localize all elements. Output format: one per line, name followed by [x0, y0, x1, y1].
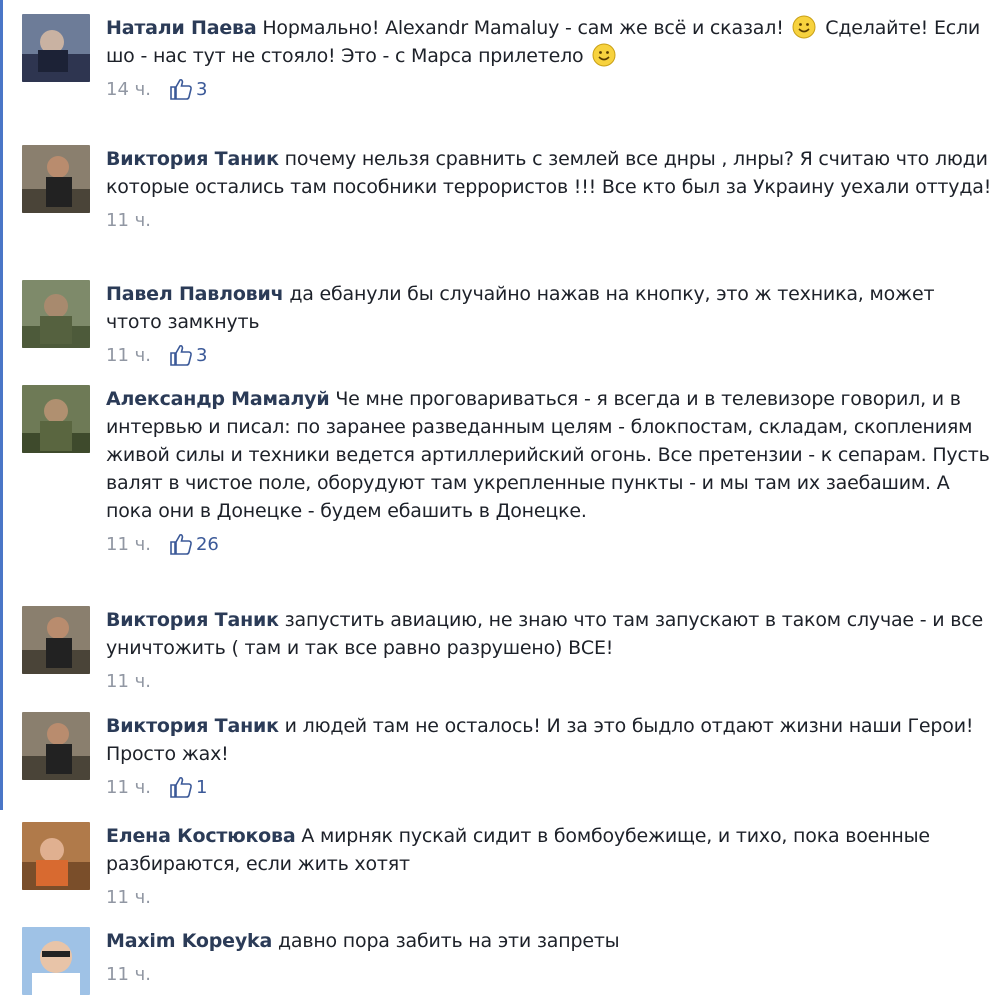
thumbs-up-icon — [170, 78, 192, 100]
avatar-image — [22, 14, 90, 82]
thumbs-up-icon — [170, 776, 192, 798]
comment-author[interactable]: Maxim Kopeyka — [106, 930, 272, 952]
avatar[interactable] — [22, 145, 90, 213]
like-count[interactable]: 26 — [169, 533, 219, 555]
comment-time[interactable]: 11 ч. — [106, 964, 151, 985]
left-border — [0, 0, 3, 810]
comment-text: Виктория Таник почему нельзя сравнить с … — [106, 145, 992, 201]
avatar-image — [22, 606, 90, 674]
avatar[interactable] — [22, 606, 90, 674]
avatar-image — [22, 280, 90, 348]
comment-text: Maxim Kopeyka давно пора забить на эти з… — [106, 927, 992, 955]
comment-text: Елена Костюкова А мирняк пускай сидит в … — [106, 822, 992, 878]
thumbs-up-icon — [170, 533, 192, 555]
comment-author[interactable]: Виктория Таник — [106, 609, 279, 631]
avatar[interactable] — [22, 385, 90, 453]
avatar-image — [22, 385, 90, 453]
avatar[interactable] — [22, 822, 90, 890]
comment-meta: 11 ч. 3 — [106, 342, 992, 368]
comment-meta: 11 ч. — [106, 668, 992, 694]
comment-author[interactable]: Елена Костюкова — [106, 825, 296, 847]
comment-time[interactable]: 11 ч. — [106, 345, 151, 366]
avatar-image — [22, 712, 90, 780]
comment-author[interactable]: Виктория Таник — [106, 715, 279, 737]
like-number: 1 — [195, 776, 208, 798]
comment-meta: 11 ч. 26 — [106, 531, 992, 557]
comment-time[interactable]: 11 ч. — [106, 777, 151, 798]
like-count[interactable]: 3 — [169, 344, 207, 366]
comment-time[interactable]: 11 ч. — [106, 534, 151, 555]
like-number: 3 — [195, 78, 208, 100]
comment-meta: 14 ч. 3 — [106, 76, 992, 102]
avatar-image — [22, 145, 90, 213]
like-count[interactable]: 1 — [169, 776, 207, 798]
avatar-image — [22, 822, 90, 890]
comment-message: давно пора забить на эти запреты — [277, 930, 620, 952]
comment-text: Александр Мамалуй Че мне проговариваться… — [106, 385, 992, 525]
smile-emoji-icon — [792, 15, 816, 39]
comment-author[interactable]: Павел Павлович — [106, 283, 284, 305]
comment-author[interactable]: Натали Паева — [106, 17, 257, 39]
comment-meta: 11 ч. — [106, 207, 992, 233]
like-count[interactable]: 3 — [169, 78, 207, 100]
comment-text: Павел Павлович да ебанули бы случайно на… — [106, 280, 992, 336]
like-number: 3 — [195, 344, 208, 366]
comment-meta: 11 ч. 1 — [106, 774, 992, 800]
comment-time[interactable]: 14 ч. — [106, 79, 151, 100]
avatar-image — [22, 927, 90, 995]
comment-time[interactable]: 11 ч. — [106, 210, 151, 231]
comment-text: Виктория Таник и людей там не осталось! … — [106, 712, 992, 768]
comment-author[interactable]: Александр Мамалуй — [106, 388, 330, 410]
comment-message: Нормально! Alexandr Mamaluy - сам же всё… — [262, 17, 784, 39]
avatar[interactable] — [22, 14, 90, 82]
smile-emoji-icon — [592, 43, 616, 67]
comment-author[interactable]: Виктория Таник — [106, 148, 279, 170]
like-number: 26 — [195, 533, 219, 555]
comment-meta: 11 ч. — [106, 884, 992, 910]
comment-text: Натали Паева Нормально! Alexandr Mamaluy… — [106, 14, 992, 70]
thumbs-up-icon — [170, 344, 192, 366]
comment-text: Виктория Таник запустить авиацию, не зна… — [106, 606, 992, 662]
comment-time[interactable]: 11 ч. — [106, 671, 151, 692]
comment-time[interactable]: 11 ч. — [106, 887, 151, 908]
avatar[interactable] — [22, 712, 90, 780]
avatar[interactable] — [22, 280, 90, 348]
comment-meta: 11 ч. — [106, 961, 992, 987]
avatar[interactable] — [22, 927, 90, 995]
